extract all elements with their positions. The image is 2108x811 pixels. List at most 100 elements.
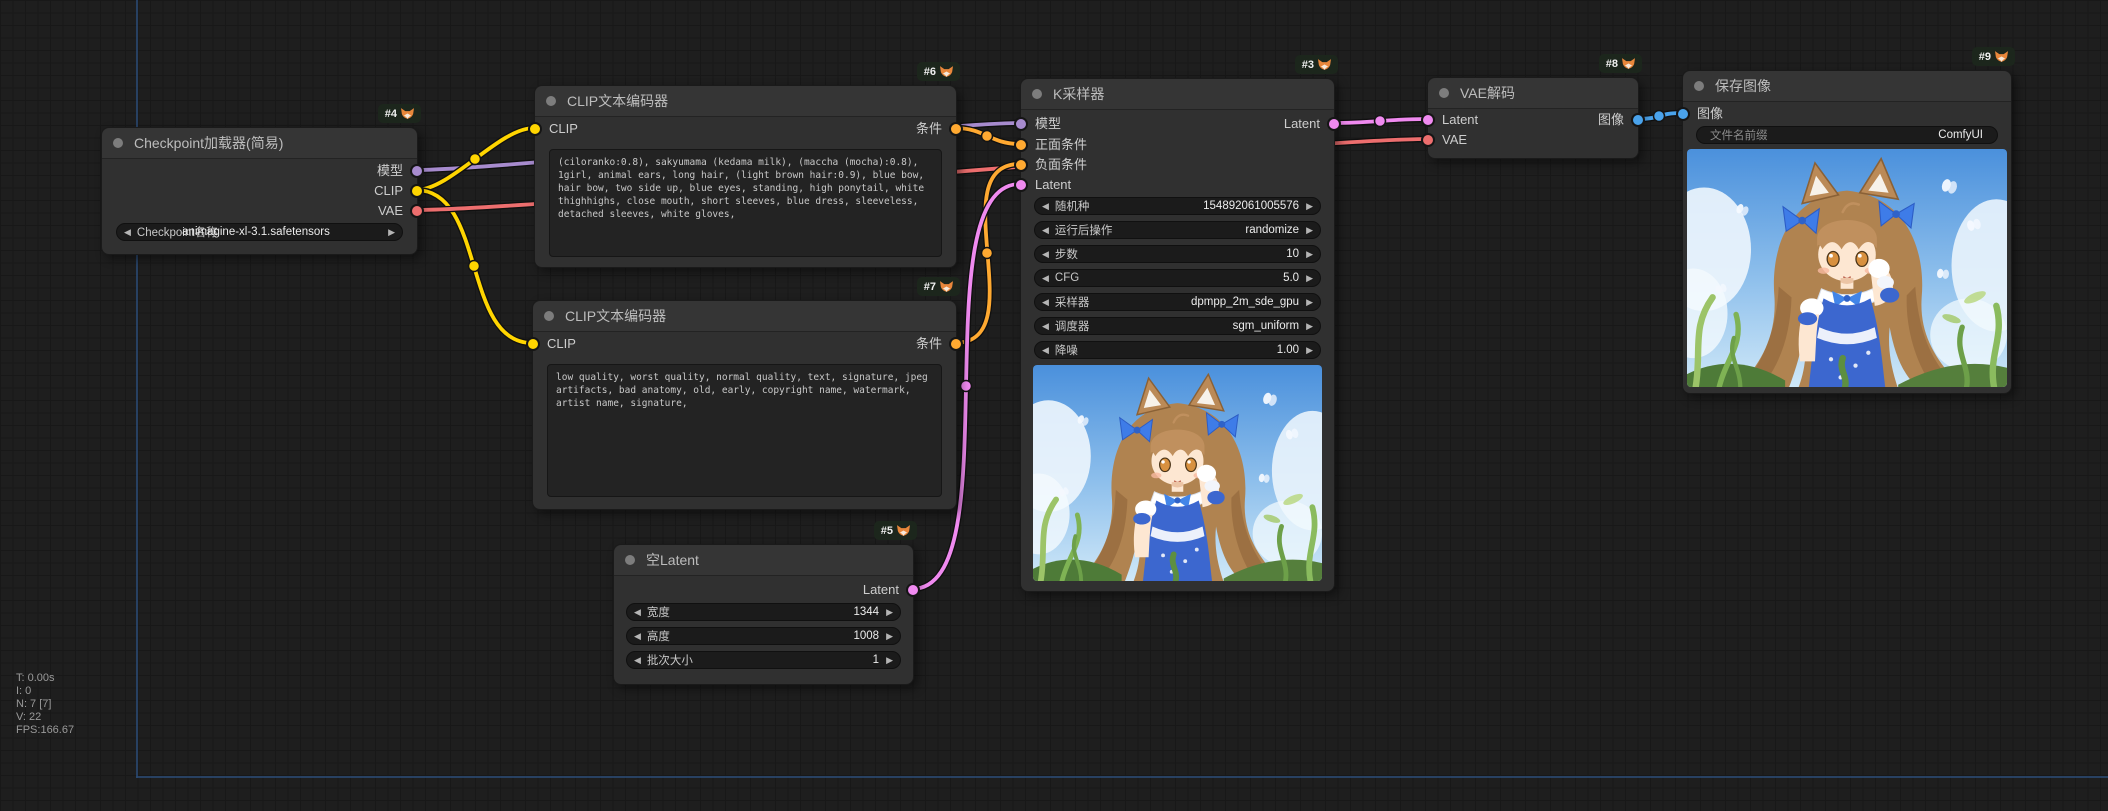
input-label-negative: 负面条件 <box>1035 157 1087 172</box>
decrement-icon[interactable]: ◀ <box>634 651 641 669</box>
increment-icon[interactable]: ▶ <box>1306 341 1313 359</box>
decrement-icon[interactable]: ◀ <box>1042 245 1049 263</box>
decrement-icon[interactable]: ◀ <box>1042 341 1049 359</box>
widget-value: 1.00 <box>1084 344 1306 356</box>
collapse-dot[interactable] <box>1439 88 1449 98</box>
node-ksampler[interactable]: #3 K采样器 模型 Latent 正面条件 负面条件 Latent ◀ 随机种… <box>1020 78 1335 592</box>
node-save-image[interactable]: #9 保存图像 图像 文件名前缀 ComfyUI <box>1682 70 2012 394</box>
stat-nodes: N: 7 [7] <box>16 698 74 711</box>
widget-filename-prefix[interactable]: 文件名前缀 ComfyUI <box>1696 126 1998 144</box>
output-slot-latent[interactable] <box>1329 119 1339 129</box>
node-clip-encode-negative[interactable]: #7 CLIP文本编码器 CLIP 条件 low quality, worst … <box>532 300 957 510</box>
decrement-icon[interactable]: ◀ <box>1042 269 1049 287</box>
output-slot-clip[interactable] <box>412 186 422 196</box>
collapse-dot[interactable] <box>1032 89 1042 99</box>
node-id: #5 <box>881 525 893 537</box>
node-badge: #7 <box>917 277 960 296</box>
node-titlebar[interactable]: K采样器 <box>1021 79 1334 110</box>
input-slot-vae[interactable] <box>1423 135 1433 145</box>
widget-denoise[interactable]: ◀ 降噪 1.00 ▶ <box>1034 341 1321 359</box>
widget-checkpoint-name[interactable]: ◀ Checkpoint名称 animagine-xl-3.1.safetens… <box>116 223 403 241</box>
node-empty-latent[interactable]: #5 空Latent Latent ◀ 宽度 1344 ▶ ◀ 高度 1008 … <box>613 544 914 685</box>
widget-seed[interactable]: ◀ 随机种 154892061005576 ▶ <box>1034 197 1321 215</box>
widget-control-after-generate[interactable]: ◀ 运行后操作 randomize ▶ <box>1034 221 1321 239</box>
output-slot-conditioning[interactable] <box>951 339 961 349</box>
fox-icon <box>897 525 910 536</box>
collapse-dot[interactable] <box>1694 81 1704 91</box>
prev-value-icon[interactable]: ◀ <box>124 223 131 241</box>
increment-icon[interactable]: ▶ <box>1306 221 1313 239</box>
output-slot-model[interactable] <box>412 166 422 176</box>
wire-image[interactable] <box>1637 111 1682 122</box>
increment-icon[interactable]: ▶ <box>1306 269 1313 287</box>
node-checkpoint-loader[interactable]: #4 Checkpoint加载器(简易) 模型 CLIP VAE ◀ Check… <box>101 127 418 255</box>
output-label-vae: VAE <box>378 203 403 218</box>
input-slot-positive[interactable] <box>1016 140 1026 150</box>
input-slot-clip[interactable] <box>530 124 540 134</box>
node-titlebar[interactable]: 保存图像 <box>1683 71 2011 102</box>
input-slot-latent[interactable] <box>1016 180 1026 190</box>
wire-clip-positive[interactable] <box>416 128 534 190</box>
positive-prompt-textarea[interactable]: (ciloranko:0.8), sakyumama (kedama milk)… <box>549 149 942 257</box>
collapse-dot[interactable] <box>544 311 554 321</box>
next-value-icon[interactable]: ▶ <box>388 223 395 241</box>
widget-steps[interactable]: ◀ 步数 10 ▶ <box>1034 245 1321 263</box>
decrement-icon[interactable]: ◀ <box>634 627 641 645</box>
wire-cond-positive[interactable] <box>955 128 1020 144</box>
increment-icon[interactable]: ▶ <box>886 627 893 645</box>
node-clip-encode-positive[interactable]: #6 CLIP文本编码器 CLIP 条件 (ciloranko:0.8), sa… <box>534 85 957 268</box>
widget-sampler-name[interactable]: ◀ 采样器 dpmpp_2m_sde_gpu ▶ <box>1034 293 1321 311</box>
input-slot-model[interactable] <box>1016 119 1026 129</box>
input-slot-negative[interactable] <box>1016 160 1026 170</box>
widget-height[interactable]: ◀ 高度 1008 ▶ <box>626 627 901 645</box>
node-vae-decode[interactable]: #8 VAE解码 Latent 图像 VAE <box>1427 77 1639 159</box>
decrement-icon[interactable]: ◀ <box>634 603 641 621</box>
input-slot-image[interactable] <box>1678 109 1688 119</box>
output-slot-latent[interactable] <box>908 585 918 595</box>
node-titlebar[interactable]: VAE解码 <box>1428 78 1638 109</box>
collapse-dot[interactable] <box>625 555 635 565</box>
increment-icon[interactable]: ▶ <box>1306 317 1313 335</box>
decrement-icon[interactable]: ◀ <box>1042 221 1049 239</box>
node-title: CLIP文本编码器 <box>565 301 666 331</box>
fox-icon <box>1995 51 2008 62</box>
increment-icon[interactable]: ▶ <box>1306 197 1313 215</box>
wire-clip-negative[interactable] <box>416 190 532 343</box>
fox-icon <box>940 66 953 77</box>
node-badge: #5 <box>874 521 917 540</box>
widget-cfg[interactable]: ◀ CFG 5.0 ▶ <box>1034 269 1321 287</box>
negative-prompt-textarea[interactable]: low quality, worst quality, normal quali… <box>547 364 942 497</box>
input-slot-clip[interactable] <box>528 339 538 349</box>
widget-width[interactable]: ◀ 宽度 1344 ▶ <box>626 603 901 621</box>
stat-fps: FPS:166.67 <box>16 724 74 737</box>
wire-cond-negative[interactable] <box>955 164 1020 343</box>
increment-icon[interactable]: ▶ <box>1306 245 1313 263</box>
input-slot-latent[interactable] <box>1423 115 1433 125</box>
node-titlebar[interactable]: CLIP文本编码器 <box>533 301 956 332</box>
node-id: #4 <box>385 108 397 120</box>
fox-icon <box>401 108 414 119</box>
widget-value: ComfyUI <box>1774 129 1991 141</box>
collapse-dot[interactable] <box>113 138 123 148</box>
increment-icon[interactable]: ▶ <box>886 603 893 621</box>
output-slot-vae[interactable] <box>412 206 422 216</box>
output-label-conditioning: 条件 <box>916 336 942 351</box>
widget-batch-size[interactable]: ◀ 批次大小 1 ▶ <box>626 651 901 669</box>
node-badge: #3 <box>1295 55 1338 74</box>
widget-value: 1008 <box>676 630 886 642</box>
widget-value: sgm_uniform <box>1095 320 1306 332</box>
widget-scheduler[interactable]: ◀ 调度器 sgm_uniform ▶ <box>1034 317 1321 335</box>
decrement-icon[interactable]: ◀ <box>1042 317 1049 335</box>
wire-latent-sampler-to-decode[interactable] <box>1333 116 1427 127</box>
collapse-dot[interactable] <box>546 96 556 106</box>
output-slot-conditioning[interactable] <box>951 124 961 134</box>
decrement-icon[interactable]: ◀ <box>1042 197 1049 215</box>
increment-icon[interactable]: ▶ <box>886 651 893 669</box>
node-titlebar[interactable]: Checkpoint加载器(简易) <box>102 128 417 159</box>
input-label-positive: 正面条件 <box>1035 137 1087 152</box>
node-titlebar[interactable]: CLIP文本编码器 <box>535 86 956 117</box>
decrement-icon[interactable]: ◀ <box>1042 293 1049 311</box>
output-slot-image[interactable] <box>1633 115 1643 125</box>
node-titlebar[interactable]: 空Latent <box>614 545 913 576</box>
increment-icon[interactable]: ▶ <box>1306 293 1313 311</box>
